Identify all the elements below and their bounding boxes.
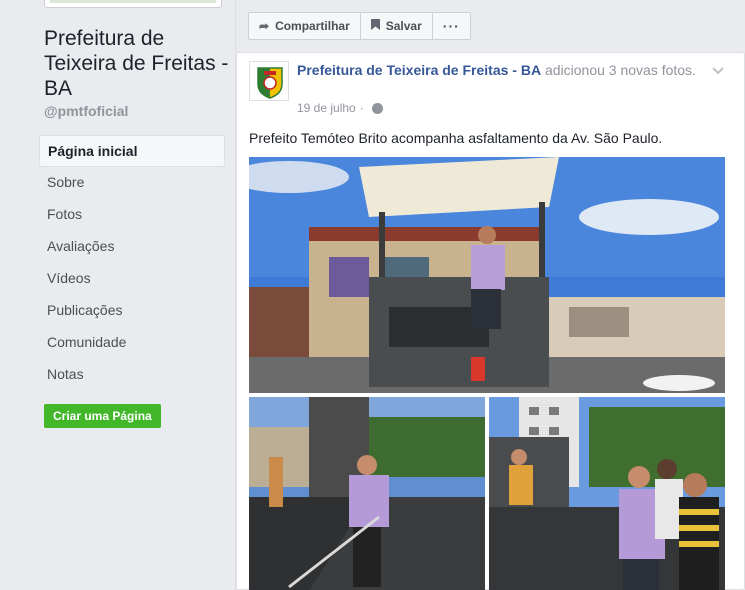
mayor-raking-asphalt-photo [249,397,485,590]
chevron-down-icon[interactable] [712,63,724,78]
more-options-button[interactable]: ··· [431,12,471,40]
nav-item-videos[interactable]: Vídeos [39,263,225,295]
share-button[interactable]: ➦ Compartilhar [248,12,361,40]
nav-item-home[interactable]: Página inicial [39,135,225,167]
nav-item-about[interactable]: Sobre [39,167,225,199]
post-text: Prefeito Temóteo Brito acompanha asfalta… [249,130,663,146]
nav-item-community[interactable]: Comunidade [39,327,225,359]
save-label: Salvar [385,19,422,33]
meta-separator: · [359,101,364,115]
mayor-and-crew-photo [489,397,725,590]
post-date[interactable]: 19 de julho [297,101,356,115]
more-icon: ··· [442,18,460,34]
page-nav: Página inicial Sobre Fotos Avaliações Ví… [39,135,225,391]
nav-item-notes[interactable]: Notas [39,359,225,391]
left-sidebar: Prefeitura de Teixeira de Freitas - BA @… [0,0,236,590]
page-title[interactable]: Prefeitura de Teixeira de Freitas - BA [44,26,234,101]
nav-item-photos[interactable]: Fotos [39,199,225,231]
page-action-bar: ➦ Compartilhar Salvar ··· [248,12,471,40]
post-author-link[interactable]: Prefeitura de Teixeira de Freitas - BA [297,62,541,78]
post-meta: 19 de julho · [297,101,383,115]
post-action-text: adicionou 3 novas fotos. [541,62,696,78]
paving-machine-photo [249,157,725,393]
page-avatar[interactable] [249,61,289,101]
bookmark-icon [370,19,380,33]
save-button[interactable]: Salvar [359,12,433,40]
globe-icon[interactable] [371,102,383,114]
city-emblem-logo [250,62,288,100]
create-page-button[interactable]: Criar uma Página [44,404,161,428]
page-handle[interactable]: @pmtfoficial [44,103,128,119]
nav-item-posts[interactable]: Publicações [39,295,225,327]
nav-item-reviews[interactable]: Avaliações [39,231,225,263]
post-photo-3[interactable] [489,397,725,590]
share-icon: ➦ [259,19,270,33]
profile-picture-frame[interactable] [44,0,222,8]
post-header: Prefeitura de Teixeira de Freitas - BA a… [297,61,707,80]
share-label: Compartilhar [275,19,350,33]
post-photo-1[interactable] [249,157,725,393]
post-card: Prefeitura de Teixeira de Freitas - BA a… [236,52,745,590]
post-photo-2[interactable] [249,397,485,590]
